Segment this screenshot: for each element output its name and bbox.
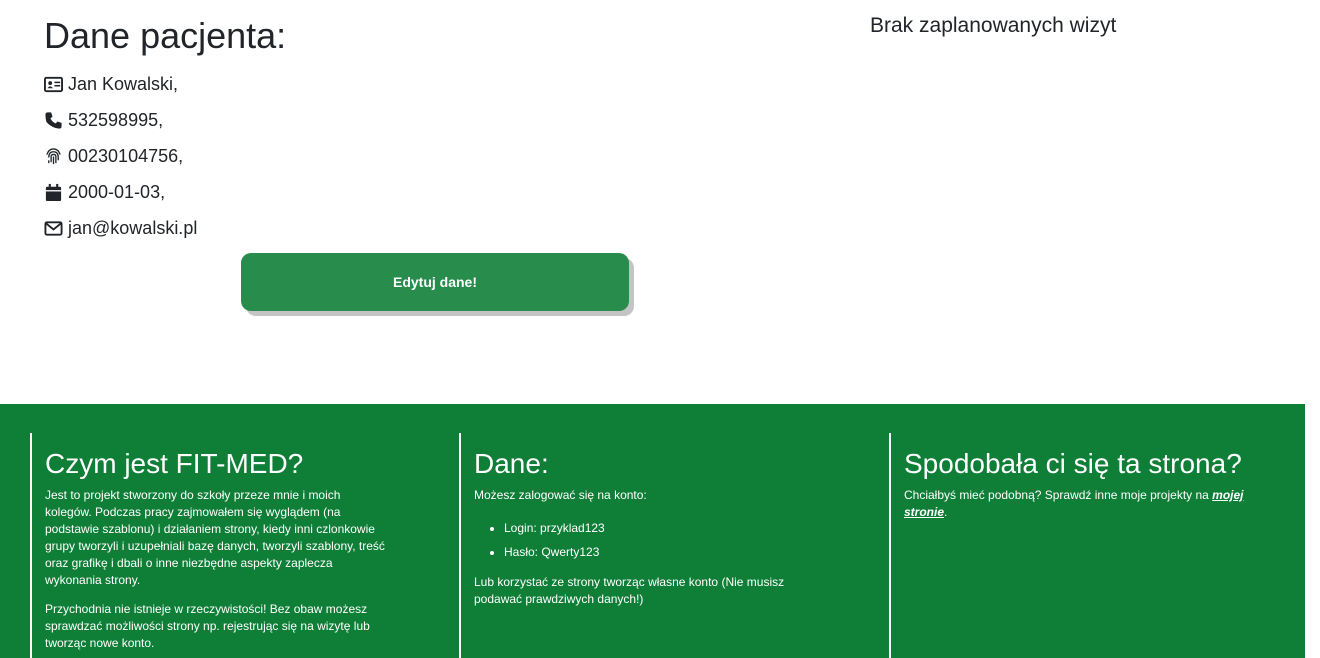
footer-about-disclaimer: Przychodnia nie istnieje w rzeczywistośc… — [45, 602, 370, 650]
footer-login: Login: przyklad123 — [504, 516, 834, 540]
patient-heading: Dane pacjenta: — [44, 15, 287, 56]
calendar-icon — [44, 182, 64, 202]
patient-phone: 532598995, — [68, 109, 164, 130]
footer-credentials-list: Login: przyklad123 Hasło: Qwerty123 — [474, 516, 834, 564]
patient-pesel: 00230104756, — [68, 145, 184, 166]
page: Dane pacjenta: Jan Kowalski, 532598995, … — [0, 0, 1320, 658]
patient-email-row: jan@kowalski.pl — [44, 210, 664, 246]
patient-name-row: Jan Kowalski, — [44, 66, 664, 102]
footer-like-title: Spodobała ci się ta strona? — [904, 448, 1242, 479]
edit-data-button[interactable]: Edytuj dane! — [241, 253, 629, 311]
patient-email: jan@kowalski.pl — [68, 217, 198, 238]
patient-info: Dane pacjenta: Jan Kowalski, 532598995, … — [44, 12, 664, 246]
footer-data-intro: Możesz zalogować się na konto: — [474, 488, 647, 502]
fingerprint-icon — [44, 146, 64, 166]
footer-like-column: Spodobała ci się ta strona? Chciałbyś mi… — [889, 433, 1305, 658]
footer-about-column: Czym jest FIT-MED? Jest to projekt stwor… — [30, 433, 460, 658]
patient-phone-row: 532598995, — [44, 102, 664, 138]
footer-data-column: Dane: Możesz zalogować się na konto: Log… — [459, 433, 890, 658]
footer-password: Hasło: Qwerty123 — [504, 540, 834, 564]
footer-like-text-block: Chciałbyś mieć podobną? Sprawdź inne moj… — [904, 487, 1244, 521]
patient-birthdate: 2000-01-03, — [68, 181, 166, 202]
footer-data-title: Dane: — [474, 448, 549, 479]
footer-like-end: . — [944, 505, 948, 519]
phone-icon — [44, 110, 64, 130]
envelope-icon — [44, 218, 64, 238]
no-visits-message: Brak zaplanowanych wizyt — [870, 14, 1117, 37]
footer-about-title: Czym jest FIT-MED? — [45, 448, 304, 479]
patient-birthdate-row: 2000-01-03, — [44, 174, 664, 210]
footer-data-note: Lub korzystać ze strony tworząc własne k… — [474, 575, 785, 606]
patient-details: Jan Kowalski, 532598995, 00230104756, 20… — [44, 66, 664, 246]
footer-like-text: Chciałbyś mieć podobną? Sprawdź inne moj… — [904, 488, 1213, 502]
id-card-icon — [44, 74, 64, 94]
footer: Czym jest FIT-MED? Jest to projekt stwor… — [0, 404, 1305, 658]
footer-about-paragraph: Jest to projekt stworzony do szkoły prze… — [45, 488, 385, 587]
patient-pesel-row: 00230104756, — [44, 138, 664, 174]
patient-name: Jan Kowalski, — [68, 73, 179, 94]
